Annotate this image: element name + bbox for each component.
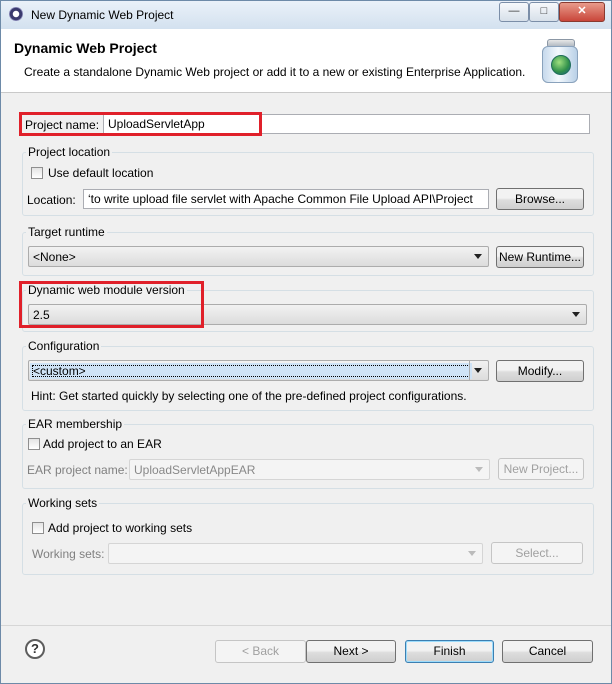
chevron-down-icon	[568, 305, 584, 324]
configuration-select[interactable]: <custom>	[28, 360, 489, 381]
modify-button[interactable]: Modify...	[496, 360, 584, 382]
eclipse-icon	[9, 7, 23, 21]
next-button[interactable]: Next >	[306, 640, 396, 663]
select-working-sets-button[interactable]: Select...	[491, 542, 583, 564]
page-title: Dynamic Web Project	[14, 40, 157, 56]
title-bar: New Dynamic Web Project — □ ✕	[1, 1, 611, 29]
working-sets-label: Working sets:	[32, 547, 105, 561]
chevron-down-icon	[469, 361, 488, 380]
add-to-working-sets-label: Add project to working sets	[48, 521, 193, 535]
ear-project-select[interactable]: UploadServletAppEAR	[129, 459, 490, 480]
working-sets-group	[22, 503, 594, 575]
chevron-down-icon	[471, 460, 487, 479]
configuration-value: <custom>	[30, 363, 472, 379]
cancel-button[interactable]: Cancel	[502, 640, 593, 663]
module-version-highlight	[19, 281, 204, 328]
configuration-hint: Hint: Get started quickly by selecting o…	[31, 389, 467, 403]
back-button[interactable]: < Back	[215, 640, 306, 663]
chevron-down-icon	[470, 247, 486, 266]
wizard-banner: Dynamic Web Project Create a standalone …	[1, 29, 611, 93]
add-to-ear-label: Add project to an EAR	[43, 437, 162, 451]
add-to-ear-checkbox[interactable]	[28, 438, 40, 450]
working-sets-select[interactable]	[108, 543, 483, 564]
use-default-location-label: Use default location	[48, 166, 154, 180]
target-runtime-select[interactable]: <None>	[28, 246, 489, 267]
ear-project-name-label: EAR project name:	[27, 463, 128, 477]
project-name-highlight	[19, 112, 262, 136]
footer-separator	[1, 625, 611, 626]
new-ear-project-button[interactable]: New Project...	[498, 458, 584, 480]
browse-button[interactable]: Browse...	[496, 188, 584, 210]
target-runtime-value: <None>	[33, 250, 76, 264]
new-runtime-button[interactable]: New Runtime...	[496, 246, 584, 268]
maximize-button[interactable]: □	[529, 2, 559, 22]
location-input[interactable]: ‘to write upload file servlet with Apach…	[83, 189, 489, 209]
dialog-window: New Dynamic Web Project — □ ✕ Dynamic We…	[0, 0, 612, 684]
chevron-down-icon	[464, 544, 480, 563]
help-icon[interactable]: ?	[25, 639, 45, 659]
use-default-location-checkbox[interactable]	[31, 167, 43, 179]
minimize-button[interactable]: —	[499, 2, 529, 22]
window-title: New Dynamic Web Project	[31, 8, 174, 22]
web-project-jar-icon	[541, 39, 579, 83]
ear-membership-title: EAR membership	[26, 417, 125, 431]
finish-button[interactable]: Finish	[405, 640, 494, 663]
location-label: Location:	[27, 193, 76, 207]
target-runtime-title: Target runtime	[26, 225, 107, 239]
ear-project-value: UploadServletAppEAR	[134, 463, 256, 477]
page-description: Create a standalone Dynamic Web project …	[24, 65, 526, 79]
configuration-title: Configuration	[26, 339, 102, 353]
working-sets-title: Working sets	[26, 496, 100, 510]
project-location-title: Project location	[26, 145, 113, 159]
close-button[interactable]: ✕	[559, 2, 605, 22]
add-to-working-sets-checkbox[interactable]	[32, 522, 44, 534]
